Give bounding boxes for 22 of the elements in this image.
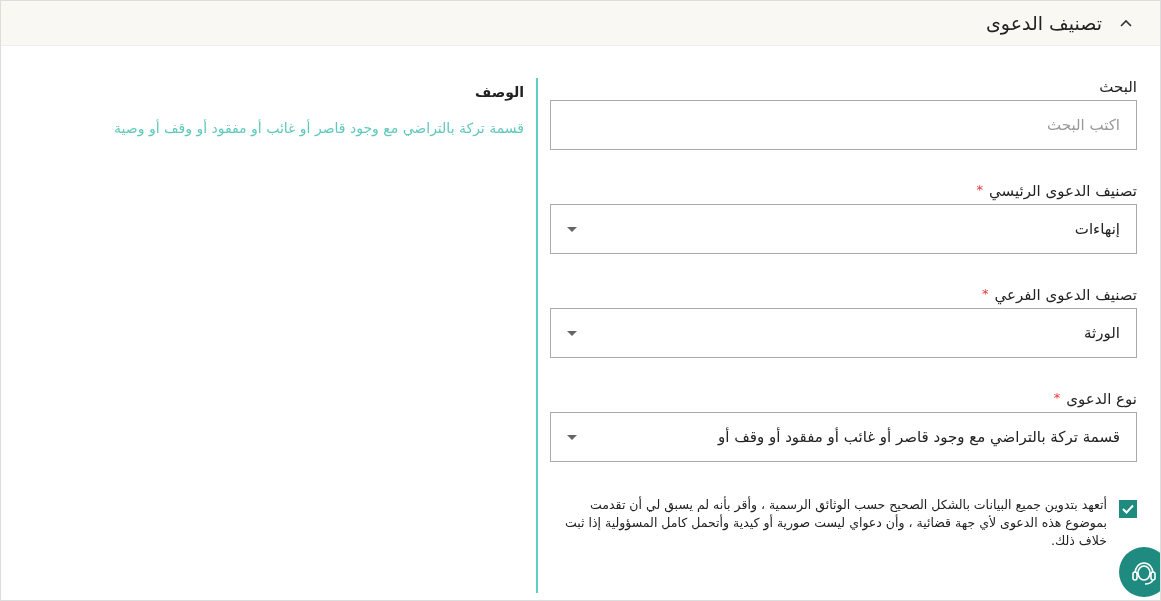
dropdown[interactable]: قسمة تركة بالتراضي مع وجود قاصر أو غائب أو مفقود أو وقف أو xyxy=(550,412,1137,462)
section-header[interactable]: تصنيف الدعوى xyxy=(1,1,1160,46)
field-label: نوع الدعوى xyxy=(1066,390,1137,408)
dropdown[interactable]: الورثة xyxy=(550,308,1137,358)
field-label: تصنيف الدعوى الرئيسي xyxy=(989,182,1137,200)
support-button[interactable] xyxy=(1119,547,1160,597)
required-mark: * xyxy=(982,286,989,301)
chevron-icon[interactable] xyxy=(1120,19,1132,27)
pledge-text: أتعهد بتدوين جميع البيانات بالشكل الصحيح حسب الوثائق الرسمية ، وأقر بأنه لم يسبق لي أن تقدمت بموضوع هذه الدعوى لأي جهة قضائية ، وأن دعواي ليست صورية أو كيدية وأتحمل كامل المسؤولية إذا ثبت خلاف ذلك. xyxy=(563,496,1107,550)
required-mark: * xyxy=(976,182,984,197)
description-text: قسمة تركة بالتراضي مع وجود قاصر أو غائب أو مفقود أو وقف أو وصية xyxy=(114,120,524,136)
description-label: الوصف xyxy=(474,84,524,100)
caret-icon xyxy=(567,434,577,440)
checkbox[interactable] xyxy=(1119,500,1137,518)
caret-icon xyxy=(567,226,577,232)
required-mark: * xyxy=(1053,390,1061,405)
field-label: تصنيف الدعوى الفرعي xyxy=(994,286,1137,304)
field-label: البحث xyxy=(1099,78,1137,96)
search-field[interactable]: اكتب البحث xyxy=(550,100,1137,150)
dropdown[interactable]: إنهاءات xyxy=(550,204,1137,254)
section-title: تصنيف الدعوى xyxy=(986,12,1102,34)
caret-icon xyxy=(567,330,577,336)
